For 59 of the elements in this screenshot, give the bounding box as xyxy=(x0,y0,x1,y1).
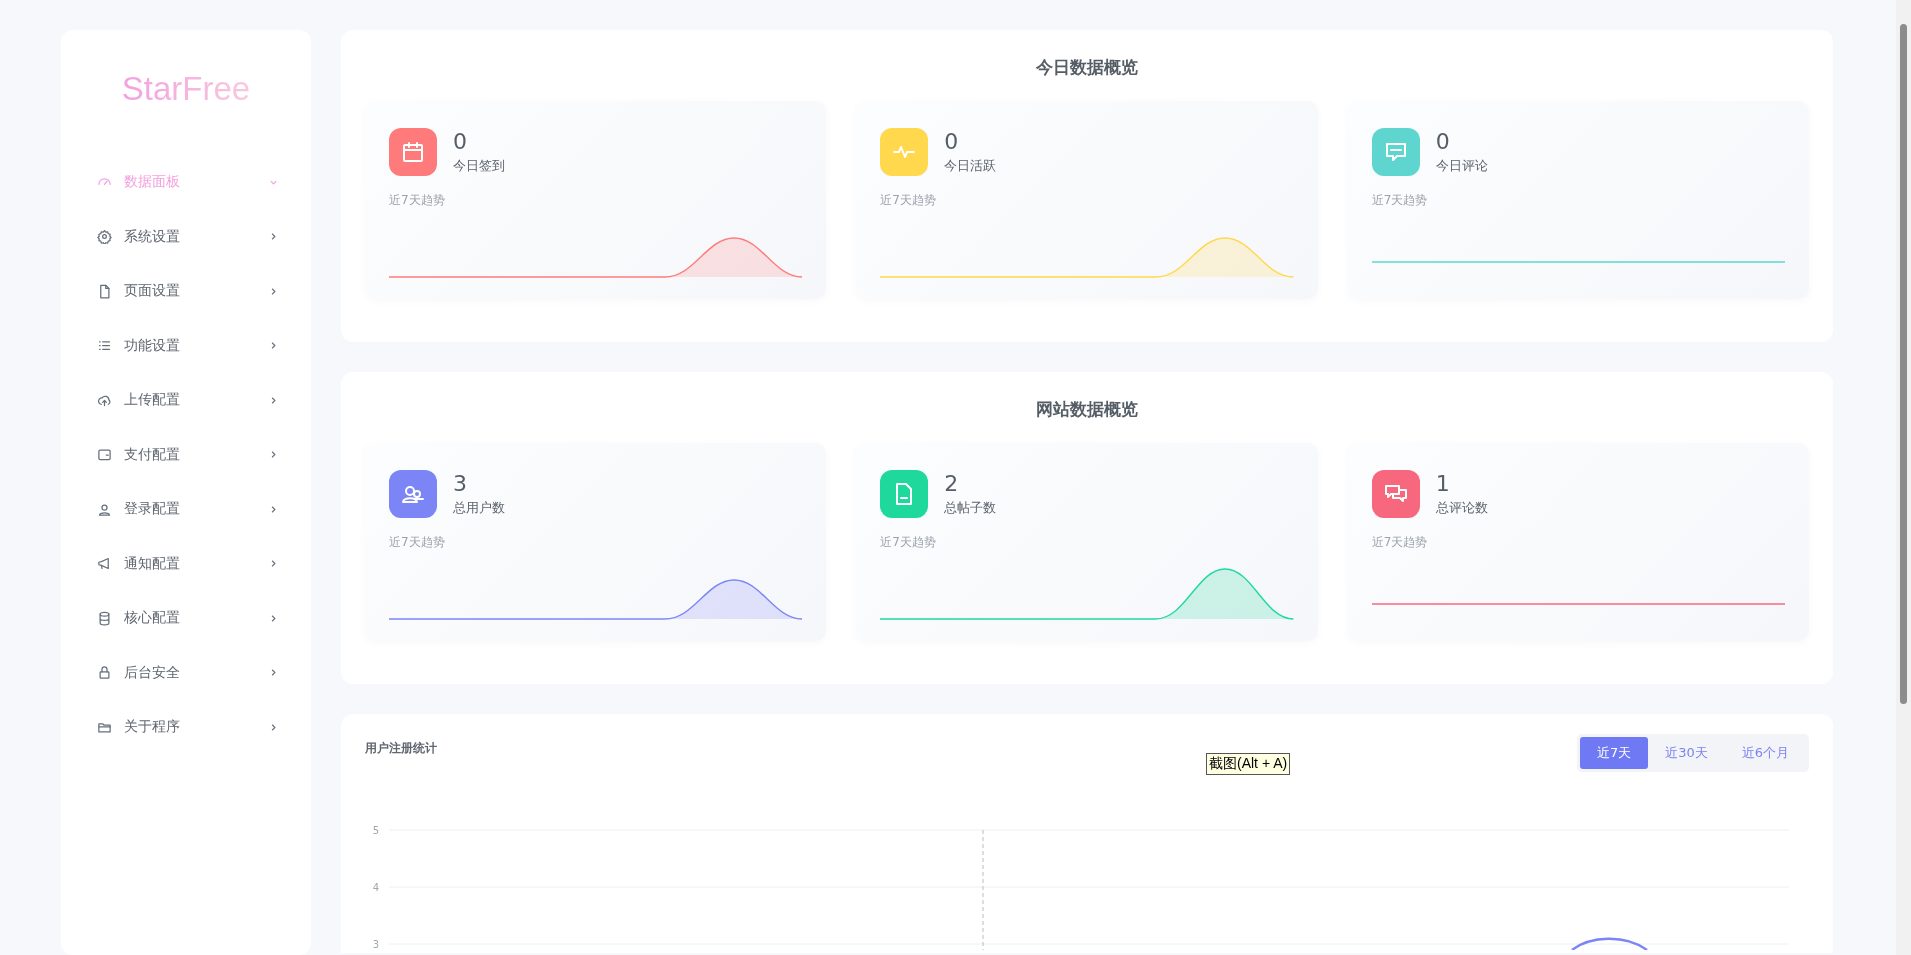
sidebar-label: 页面设置 xyxy=(124,282,181,301)
range-tab[interactable]: 近7天 xyxy=(1579,737,1649,769)
trend-caption: 近7天趋势 xyxy=(389,192,445,209)
stat-value: 0 xyxy=(1435,128,1450,156)
trend-caption: 近7天趋势 xyxy=(1371,192,1428,209)
sidebar-label: 登录配置 xyxy=(124,500,181,519)
user-icon xyxy=(97,501,112,517)
y-tick-label: 5 xyxy=(372,824,379,836)
sidebar-label: 数据面板 xyxy=(124,173,181,192)
sidebar-item[interactable]: 功能设置 xyxy=(61,318,311,373)
section-title: 网站数据概览 xyxy=(1036,398,1138,421)
y-tick-label: 4 xyxy=(372,881,379,893)
sidebar-item[interactable]: 上传配置 xyxy=(61,372,311,428)
database-icon xyxy=(97,610,112,626)
scrollbar[interactable] xyxy=(1896,0,1911,955)
trend-caption: 近7天趋势 xyxy=(880,534,936,551)
trend-caption: 近7天趋势 xyxy=(1371,534,1428,551)
sidebar-item[interactable]: 系统设置 xyxy=(61,209,311,264)
stat-label: 总帖子数 xyxy=(944,499,997,517)
sidebar-item[interactable]: 关于程序 xyxy=(61,699,311,755)
sidebar-item[interactable]: 核心配置 xyxy=(61,590,311,646)
sidebar-item[interactable]: 后台安全 xyxy=(61,645,311,700)
tooltip: 截图(Alt + A) xyxy=(1206,753,1291,775)
trend-caption: 近7天趋势 xyxy=(389,534,445,551)
sidebar-label: 系统设置 xyxy=(124,227,181,246)
gear-icon xyxy=(97,229,112,245)
sidebar-label: 关于程序 xyxy=(124,718,181,737)
sidebar-item[interactable]: 登录配置 xyxy=(61,481,311,537)
stat-label: 今日活跃 xyxy=(944,157,997,175)
megaphone-icon xyxy=(97,556,112,572)
sidebar-item[interactable]: 支付配置 xyxy=(61,427,311,482)
sidebar-label: 上传配置 xyxy=(124,391,181,410)
sidebar-item[interactable]: 通知配置 xyxy=(61,536,311,591)
scrollbar-thumb[interactable] xyxy=(1900,24,1907,704)
trend-caption: 近7天趋势 xyxy=(880,192,936,209)
calendar-icon xyxy=(401,140,425,164)
sidebar-label: 通知配置 xyxy=(124,554,181,573)
comment-icon xyxy=(1383,140,1408,164)
sidebar-label: 功能设置 xyxy=(124,336,181,355)
stat-label: 总用户数 xyxy=(453,499,505,517)
wallet-icon xyxy=(97,447,112,463)
file-icon xyxy=(97,283,112,299)
range-tab[interactable]: 近6个月 xyxy=(1724,737,1806,769)
stat-label: 今日签到 xyxy=(453,157,505,175)
sidebar-label: 核心配置 xyxy=(124,609,181,628)
stat-value: 0 xyxy=(944,128,959,156)
sidebar-label: 支付配置 xyxy=(124,445,181,464)
stat-label: 总评论数 xyxy=(1435,499,1488,517)
stat-value: 2 xyxy=(944,470,959,498)
stat-value: 3 xyxy=(453,470,467,498)
chart-title: 用户注册统计 xyxy=(365,740,437,757)
y-tick-label: 3 xyxy=(372,938,379,950)
sidebar-label: 后台安全 xyxy=(124,663,181,682)
stat-value: 0 xyxy=(453,128,467,156)
lock-icon xyxy=(97,665,112,681)
section-title: 今日数据概览 xyxy=(1036,56,1138,79)
sidebar-item[interactable]: 页面设置 xyxy=(61,263,311,319)
stat-value: 1 xyxy=(1435,470,1450,498)
stat-label: 今日评论 xyxy=(1435,157,1488,175)
